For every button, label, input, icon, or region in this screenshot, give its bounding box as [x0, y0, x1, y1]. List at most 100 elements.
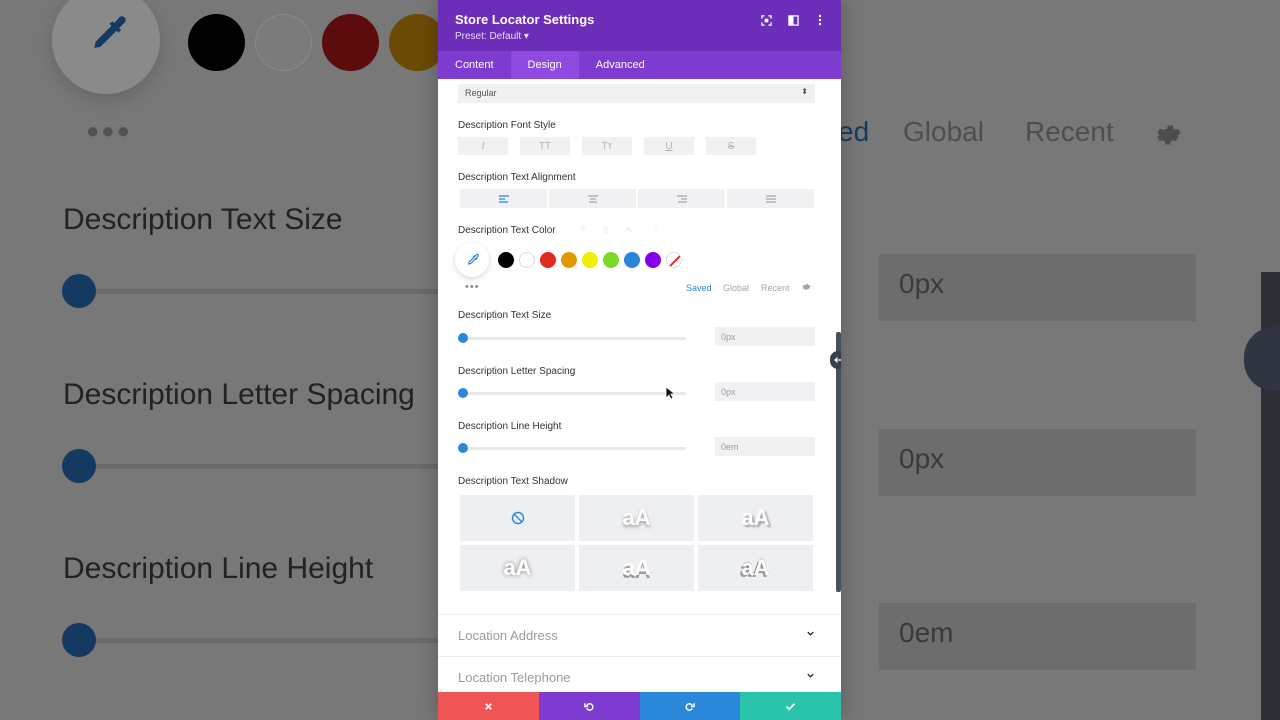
background-tab-saved: ed [838, 116, 870, 147]
text-size-label: Description Text Size [458, 310, 552, 321]
mobile-icon: ▯ [603, 225, 608, 235]
modal-resize-handle[interactable] [830, 351, 841, 369]
text-size-input[interactable]: 0px [715, 327, 815, 346]
text-shadow-label: Description Text Shadow [458, 476, 568, 487]
background-slider-track [96, 464, 441, 469]
font-style-label: Description Font Style [458, 120, 556, 131]
palette-tab-recent[interactable]: Recent [761, 283, 790, 293]
letter-spacing-input[interactable]: 0px [715, 382, 815, 401]
modal-tabs: Content Design Advanced [438, 51, 841, 79]
tab-advanced[interactable]: Advanced [579, 51, 662, 79]
text-alignment-label: Description Text Alignment [458, 172, 576, 183]
align-left-icon [498, 194, 509, 203]
background-swatch [255, 14, 312, 71]
accordion-location-address[interactable]: Location Address [438, 614, 841, 656]
align-left-button[interactable] [460, 189, 547, 208]
alignment-buttons [460, 189, 814, 208]
swatch-none[interactable] [666, 252, 682, 268]
more-options-icon[interactable] [813, 13, 827, 27]
uppercase-button[interactable]: TT [520, 137, 570, 155]
line-height-slider-track[interactable] [463, 447, 686, 450]
align-right-button[interactable] [638, 189, 725, 208]
align-justify-button[interactable] [727, 189, 814, 208]
font-weight-value: Regular [465, 88, 497, 98]
shadow-preset-3[interactable]: aA [460, 545, 575, 591]
select-arrows-icon: ⬍ [801, 87, 808, 96]
swatch-white[interactable] [519, 252, 535, 268]
align-justify-icon [765, 194, 776, 203]
tab-design[interactable]: Design [510, 51, 579, 79]
hover-options: ? ▯ ↖ ⋮ [580, 225, 661, 236]
chevron-down-icon [807, 673, 814, 678]
swatch-purple[interactable] [645, 252, 661, 268]
line-height-label: Description Line Height [458, 421, 562, 432]
mouse-cursor-icon [665, 386, 675, 400]
palette-gear-icon[interactable] [801, 282, 811, 292]
background-gear-icon [1157, 125, 1181, 145]
color-swatches [498, 252, 682, 268]
line-height-input[interactable]: 0em [715, 437, 815, 456]
preset-selector[interactable]: Preset: Default ▾ [455, 31, 529, 42]
line-height-slider-knob[interactable] [458, 443, 468, 453]
undo-icon [583, 702, 594, 711]
modal-footer [438, 692, 841, 720]
shadow-preset-5[interactable]: aA [698, 545, 813, 591]
strikethrough-button[interactable]: S [706, 137, 756, 155]
background-slider-track [96, 289, 441, 294]
modal-title: Store Locator Settings [455, 12, 595, 27]
background-more: ●●● [86, 118, 132, 143]
split-view-icon[interactable] [786, 13, 800, 27]
background-resize-handle [1244, 327, 1280, 391]
more-colors-button[interactable]: ••• [465, 281, 480, 293]
arrow-left-icon [834, 357, 841, 363]
save-button[interactable] [740, 692, 841, 720]
letter-spacing-label: Description Letter Spacing [458, 366, 576, 377]
background-eyedropper [52, 0, 160, 94]
close-icon [485, 702, 492, 710]
settings-modal: Store Locator Settings Preset: Default ▾… [438, 0, 841, 720]
background-slider-knob [62, 623, 96, 657]
palette-tab-saved[interactable]: Saved [686, 283, 712, 293]
swatch-yellow[interactable] [582, 252, 598, 268]
accordion-label: Location Address [458, 628, 558, 643]
text-color-label: Description Text Color [458, 225, 556, 236]
background-title-line-height: Description Line Height [63, 552, 374, 585]
text-size-slider-knob[interactable] [458, 333, 468, 343]
swatch-red[interactable] [540, 252, 556, 268]
background-swatch [322, 14, 379, 71]
letter-spacing-slider-knob[interactable] [458, 388, 468, 398]
underline-button[interactable]: U [644, 137, 694, 155]
fullscreen-icon[interactable] [759, 13, 773, 27]
check-icon [785, 702, 796, 710]
palette-tab-global[interactable]: Global [723, 283, 749, 293]
modal-scrollbar[interactable] [836, 332, 841, 592]
font-weight-select[interactable]: Regular ⬍ [458, 84, 815, 103]
cancel-button[interactable] [438, 692, 539, 720]
letter-spacing-slider-track[interactable] [463, 392, 686, 395]
eyedropper-icon [467, 253, 479, 265]
more-icon: ⋮ [651, 225, 661, 235]
swatch-orange[interactable] [561, 252, 577, 268]
no-shadow-icon [511, 511, 524, 525]
redo-button[interactable] [639, 692, 741, 720]
shadow-preset-4[interactable]: aA [579, 545, 694, 591]
eyedropper-icon [94, 16, 126, 49]
accordion-label: Location Telephone [458, 670, 571, 685]
swatch-blue[interactable] [624, 252, 640, 268]
background-slider-track [96, 638, 441, 643]
text-size-slider-track[interactable] [463, 337, 686, 340]
shadow-preset-1[interactable]: aA [579, 495, 694, 541]
hover-icon: ↖ [625, 225, 634, 235]
swatch-black[interactable] [498, 252, 514, 268]
tab-content[interactable]: Content [438, 51, 511, 79]
swatch-green[interactable] [603, 252, 619, 268]
shadow-preset-none[interactable] [460, 495, 575, 541]
shadow-preset-2[interactable]: aA [698, 495, 813, 541]
capitalize-button[interactable]: Tт [582, 137, 632, 155]
italic-button[interactable]: I [458, 137, 508, 155]
align-center-button[interactable] [549, 189, 636, 208]
undo-button[interactable] [538, 692, 640, 720]
align-right-icon [676, 194, 687, 203]
color-picker-button[interactable] [455, 243, 489, 277]
background-value-letter-spacing: 0px [879, 429, 1196, 496]
